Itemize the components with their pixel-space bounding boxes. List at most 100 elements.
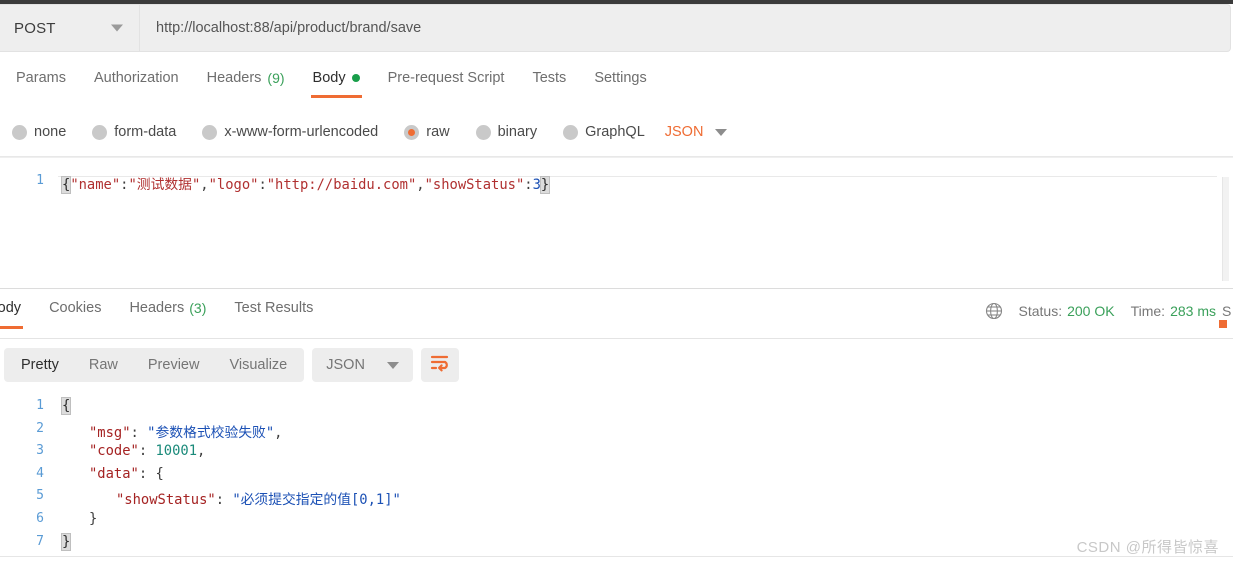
- response-format-select[interactable]: JSON: [312, 348, 413, 382]
- tab-body[interactable]: Body: [299, 66, 374, 98]
- radio-none[interactable]: none: [12, 124, 66, 140]
- word-wrap-button[interactable]: [420, 348, 459, 382]
- view-mode-pretty-label: Pretty: [21, 357, 59, 373]
- tab-body-label: Body: [312, 70, 346, 86]
- view-mode-pretty[interactable]: Pretty: [6, 350, 74, 380]
- response-tab-headers-count: (3): [189, 300, 207, 316]
- response-tab-body-label: Body: [0, 300, 22, 316]
- code-token: "参数格式校验失败": [147, 424, 275, 441]
- code-token: ,: [200, 177, 209, 193]
- code-token: :: [138, 443, 156, 460]
- request-url-row: POST http://localhost:88/api/product/bra…: [0, 4, 1233, 52]
- view-mode-visualize-label: Visualize: [229, 357, 288, 373]
- response-tab-cookies[interactable]: Cookies: [35, 296, 115, 329]
- response-tab-test-results-label: Test Results: [234, 300, 314, 316]
- raw-format-select[interactable]: JSON: [665, 124, 728, 140]
- response-tab-body[interactable]: Body: [0, 296, 35, 329]
- view-mode-preview[interactable]: Preview: [133, 350, 215, 380]
- radio-binary[interactable]: binary: [475, 124, 538, 140]
- radio-binary-label: binary: [497, 124, 538, 140]
- code-token: ,: [416, 177, 425, 193]
- http-method-label: POST: [14, 19, 56, 37]
- response-line-number: 4: [36, 465, 44, 481]
- response-marker-icon: [1219, 320, 1227, 328]
- code-token: :: [524, 177, 533, 193]
- tab-params[interactable]: Params: [2, 66, 80, 98]
- radio-form-data[interactable]: form-data: [92, 124, 176, 140]
- response-view-toolbar: Pretty Raw Preview Visualize JSON: [0, 345, 1233, 385]
- tab-authorization[interactable]: Authorization: [80, 66, 193, 98]
- code-token: :: [215, 492, 233, 509]
- tab-settings[interactable]: Settings: [580, 66, 660, 98]
- code-token: "data": [89, 465, 139, 482]
- view-mode-preview-label: Preview: [147, 357, 200, 373]
- tab-params-label: Params: [16, 70, 66, 86]
- code-token: ,: [197, 443, 206, 460]
- body-modified-dot-icon: [351, 74, 360, 82]
- chevron-down-icon: [715, 128, 728, 136]
- radio-graphql-label: GraphQL: [585, 124, 645, 140]
- request-line-number: 1: [36, 173, 44, 188]
- size-label: S: [1222, 303, 1232, 319]
- request-editor-scrollbar[interactable]: [1222, 177, 1229, 281]
- tab-headers-count: (9): [267, 70, 285, 86]
- code-token: "msg": [89, 424, 131, 441]
- response-body-viewer[interactable]: 1 {2 "msg": "参数格式校验失败", 3 "code": 10001, 4 "da…: [0, 390, 1233, 565]
- code-token: "必须提交指定的值[0,1]": [232, 492, 401, 509]
- request-url-input[interactable]: http://localhost:88/api/product/brand/sa…: [140, 4, 1231, 52]
- response-line-number: 6: [36, 511, 44, 526]
- editor-top-divider: [0, 157, 1233, 158]
- http-method-select[interactable]: POST: [0, 4, 140, 52]
- request-body-editor[interactable]: 1 {"name":"测试数据","logo":"http://baidu.co…: [0, 156, 1233, 289]
- globe-icon: [985, 302, 1003, 320]
- code-token: "code": [89, 443, 139, 460]
- code-token: }: [539, 176, 551, 194]
- response-status-group: Status: 200 OK Time: 283 ms S: [985, 302, 1233, 320]
- tab-headers[interactable]: Headers (9): [193, 66, 299, 98]
- radio-graphql[interactable]: GraphQL: [563, 124, 645, 140]
- code-token: : {: [138, 465, 164, 482]
- view-mode-raw[interactable]: Raw: [74, 350, 133, 380]
- response-format-label: JSON: [326, 357, 365, 373]
- csdn-watermark: CSDN @所得皆惊喜: [1076, 539, 1219, 556]
- request-tab-bar: Params Authorization Headers (9) Body Pr…: [0, 66, 1233, 105]
- response-line-number: 1: [36, 398, 44, 413]
- code-token: 3: [532, 177, 541, 193]
- status-label: Status:: [1018, 303, 1063, 319]
- tab-pre-request-script-label: Pre-request Script: [387, 70, 505, 86]
- tab-pre-request-script[interactable]: Pre-request Script: [374, 66, 519, 98]
- radio-x-www-form-urlencoded-label: x-www-form-urlencoded: [224, 124, 379, 140]
- response-line-number: 2: [36, 420, 44, 436]
- code-token: }: [89, 511, 98, 527]
- view-mode-raw-label: Raw: [88, 357, 118, 373]
- response-code-line: "code": 10001,: [89, 443, 205, 459]
- response-tab-headers[interactable]: Headers (3): [115, 296, 220, 329]
- radio-raw[interactable]: raw: [404, 124, 450, 140]
- radio-form-data-icon: [92, 124, 108, 140]
- status-value: 200 OK: [1067, 303, 1115, 319]
- response-tab-cookies-label: Cookies: [49, 300, 102, 316]
- code-token: {: [60, 397, 72, 415]
- code-token: :: [258, 177, 267, 193]
- code-token: :: [130, 424, 148, 441]
- code-token: "name": [70, 177, 121, 193]
- code-token: "showStatus": [424, 177, 525, 193]
- body-type-radio-group: none form-data x-www-form-urlencoded raw…: [0, 116, 1233, 148]
- request-body-code: {"name":"测试数据","logo":"http://baidu.com"…: [60, 173, 551, 194]
- response-line-number: 7: [36, 533, 44, 549]
- time-value: 283 ms: [1170, 303, 1216, 319]
- response-tab-test-results[interactable]: Test Results: [220, 296, 327, 329]
- response-tab-headers-label: Headers: [129, 300, 185, 316]
- radio-x-www-form-urlencoded-icon: [202, 124, 218, 140]
- view-mode-visualize[interactable]: Visualize: [214, 350, 302, 380]
- response-view-mode-group: Pretty Raw Preview Visualize: [4, 348, 305, 382]
- radio-x-www-form-urlencoded[interactable]: x-www-form-urlencoded: [202, 124, 378, 140]
- response-line-number: 3: [36, 443, 44, 459]
- tab-tests[interactable]: Tests: [518, 66, 580, 98]
- response-divider: [0, 338, 1233, 339]
- request-url-text: http://localhost:88/api/product/brand/sa…: [156, 20, 422, 36]
- tab-tests-label: Tests: [532, 70, 567, 86]
- radio-form-data-label: form-data: [114, 124, 177, 140]
- radio-binary-icon: [475, 124, 491, 140]
- postman-window: POST http://localhost:88/api/product/bra…: [0, 0, 1233, 565]
